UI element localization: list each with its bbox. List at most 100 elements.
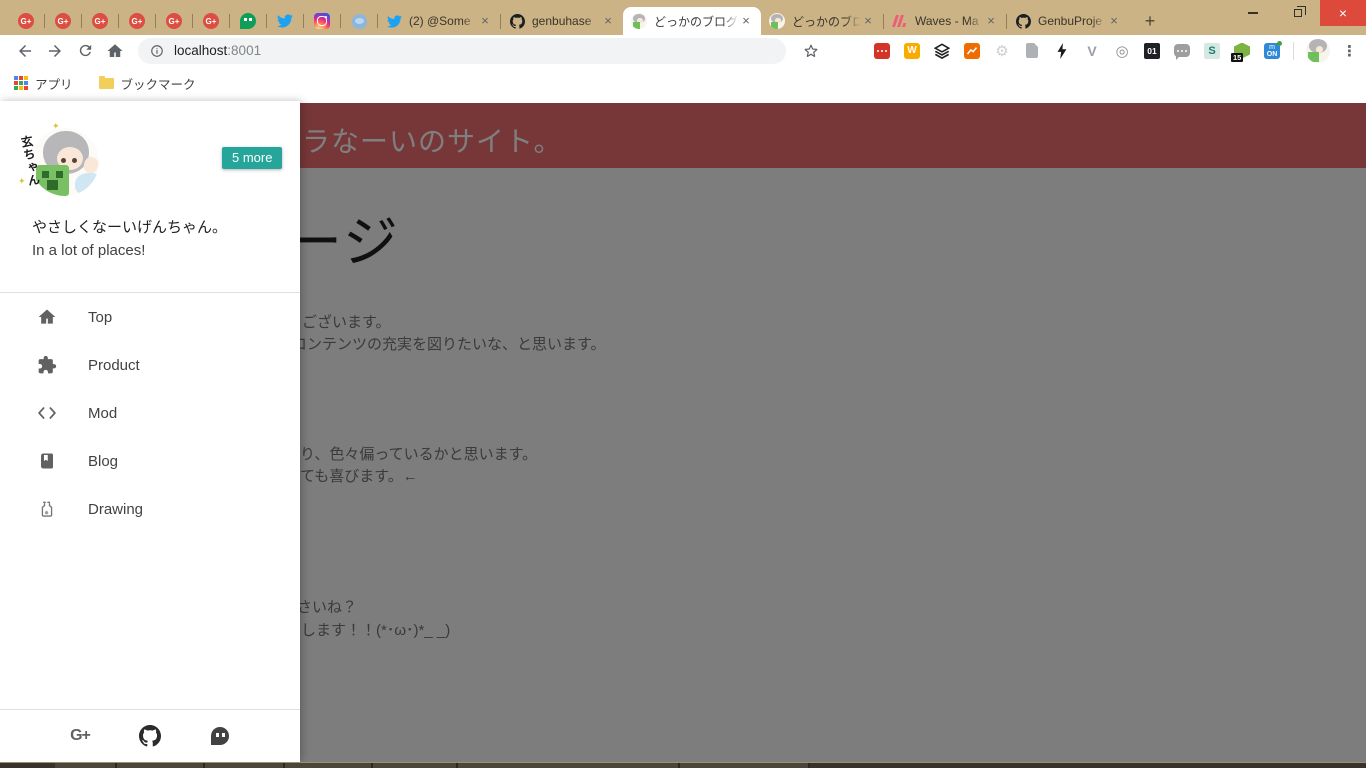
menu-item-product[interactable]: Product — [0, 341, 300, 389]
pinned-tab-hangouts[interactable] — [230, 7, 266, 35]
puzzle-icon — [38, 355, 57, 374]
bookmark-star-button[interactable] — [796, 37, 826, 65]
mastodon-icon — [351, 13, 367, 29]
flower-extension-icon[interactable]: ⚙ — [993, 42, 1011, 60]
tab-waves[interactable]: Waves - Ma × — [884, 7, 1006, 35]
site-avatar-favicon — [631, 13, 647, 29]
pinned-tab-twitter[interactable] — [267, 7, 303, 35]
close-icon[interactable]: × — [984, 14, 998, 28]
bookmarks-folder-item[interactable]: ブックマーク — [98, 74, 196, 93]
menu-item-label: Blog — [88, 452, 119, 470]
site-avatar-favicon — [769, 13, 785, 29]
page-info-icon[interactable] — [150, 44, 164, 58]
drawer-subtitle: In a lot of places! — [32, 242, 146, 259]
book-icon — [41, 453, 53, 469]
menu-item-mod[interactable]: Mod — [0, 389, 300, 437]
drawer-title: やさしくなーいげんちゃん。 — [32, 219, 228, 236]
hexagon-extension-icon[interactable]: 15 — [1231, 42, 1251, 62]
tab-title: どっかのブログ — [792, 12, 861, 30]
tab-strip: G+ G+ G+ G+ G+ G+ (2) @Some × genbuhase — [0, 0, 1366, 35]
navigation-drawer: ✦ ✦ 玄ちゃん 5 more やさしくなーいげんちゃん。 In a lot o… — [0, 101, 300, 762]
pinned-tab-mastodon[interactable] — [341, 7, 377, 35]
pinned-tab-gplus[interactable]: G+ — [193, 7, 229, 35]
extensions-row: W ⚙ V ◎ 01 S 15 m ON ⋮ — [873, 38, 1357, 63]
profile-avatar[interactable] — [1306, 38, 1330, 63]
home-button[interactable] — [100, 37, 130, 65]
hangouts-link[interactable] — [209, 725, 231, 747]
close-icon[interactable]: × — [739, 14, 753, 28]
new-tab-button[interactable]: + — [1135, 7, 1165, 35]
pinned-tab-gplus[interactable]: G+ — [156, 7, 192, 35]
instagram-icon — [314, 13, 330, 29]
tab-title: genbuhase — [532, 14, 601, 28]
back-icon — [19, 44, 31, 57]
analytics-extension-icon[interactable] — [963, 42, 981, 60]
close-icon[interactable]: × — [1107, 14, 1121, 28]
close-icon[interactable]: × — [601, 14, 615, 28]
gplus-link[interactable]: G+ — [69, 725, 91, 747]
back-button[interactable] — [10, 37, 40, 65]
vimium-extension-icon[interactable]: V — [1083, 42, 1101, 60]
github-icon — [139, 725, 161, 747]
url-text: localhost:8001 — [174, 43, 261, 58]
gplus-icon: G+ — [18, 13, 34, 29]
w-extension-icon[interactable]: W — [903, 42, 921, 60]
twitter-icon — [386, 14, 402, 28]
gplus-icon: G+ — [129, 13, 145, 29]
bolt-extension-icon[interactable] — [1053, 42, 1071, 60]
hangouts-icon — [240, 13, 256, 29]
close-icon[interactable]: × — [478, 14, 492, 28]
tab-title: どっかのブログ — [654, 12, 739, 30]
layers-extension-icon[interactable] — [933, 42, 951, 60]
chrome-menu-button[interactable]: ⋮ — [1342, 42, 1357, 60]
home-icon — [107, 43, 123, 57]
tab-blog-active[interactable]: どっかのブログ × — [623, 7, 761, 35]
avatar-hoodie — [74, 172, 99, 195]
window-restore-button[interactable] — [1275, 0, 1320, 26]
tab-title: (2) @Some — [409, 14, 478, 28]
taskbar-strip[interactable] — [0, 762, 1366, 768]
five-more-badge[interactable]: 5 more — [222, 147, 283, 169]
zero-one-extension-icon[interactable]: 01 — [1143, 42, 1161, 60]
pinned-tab-gplus[interactable]: G+ — [45, 7, 81, 35]
menu-item-label: Drawing — [88, 500, 144, 518]
tab-github-genbuhase[interactable]: genbuhase × — [501, 7, 623, 35]
extension-badge: 15 — [1231, 52, 1244, 62]
menu-item-drawing[interactable]: Drawing — [0, 485, 300, 533]
window-close-button[interactable]: × — [1320, 0, 1366, 26]
github-icon — [1015, 13, 1031, 29]
tab-github-genbuproject[interactable]: GenbuProje × — [1007, 7, 1129, 35]
menu-item-label: Mod — [88, 404, 118, 422]
menu-item-blog[interactable]: Blog — [0, 437, 300, 485]
github-link[interactable] — [139, 725, 161, 747]
tab-title: GenbuProje — [1038, 14, 1107, 28]
apps-grid-icon — [14, 76, 28, 90]
folder-icon — [98, 75, 114, 89]
toolbar-separator — [1293, 41, 1294, 60]
pinned-tab-gplus[interactable]: G+ — [8, 7, 44, 35]
twitter-icon — [277, 14, 293, 28]
pinned-tab-gplus[interactable]: G+ — [119, 7, 155, 35]
forward-button[interactable] — [40, 37, 70, 65]
bookmarks-apps-item[interactable]: アプリ — [14, 74, 73, 93]
pinned-tab-gplus[interactable]: G+ — [82, 7, 118, 35]
mastodon-on-extension-icon[interactable]: m ON — [1263, 40, 1282, 60]
chat-extension-icon[interactable] — [1173, 42, 1191, 60]
red-dots-extension-icon[interactable] — [873, 42, 891, 60]
close-icon[interactable]: × — [861, 14, 875, 28]
reload-button[interactable] — [70, 37, 100, 65]
profile-avatar-large: ✦ ✦ 玄ちゃん — [18, 121, 104, 201]
drawer-menu: Top Product Mod Blog Drawing — [0, 293, 300, 533]
address-bar[interactable]: localhost:8001 — [138, 37, 786, 64]
gplus-icon: G+ — [203, 13, 219, 29]
gplus-icon: G+ — [92, 13, 108, 29]
pinned-tab-instagram[interactable] — [304, 7, 340, 35]
menu-item-top[interactable]: Top — [0, 293, 300, 341]
tab-blog-inactive[interactable]: どっかのブログ × — [761, 7, 883, 35]
window-minimize-button[interactable] — [1230, 0, 1275, 26]
tab-twitter-notifications[interactable]: (2) @Some × — [378, 7, 500, 35]
file-extension-icon[interactable] — [1023, 42, 1041, 60]
menu-item-label: Top — [88, 308, 113, 326]
stylus-extension-icon[interactable]: S — [1203, 42, 1221, 60]
target-extension-icon[interactable]: ◎ — [1113, 42, 1131, 60]
